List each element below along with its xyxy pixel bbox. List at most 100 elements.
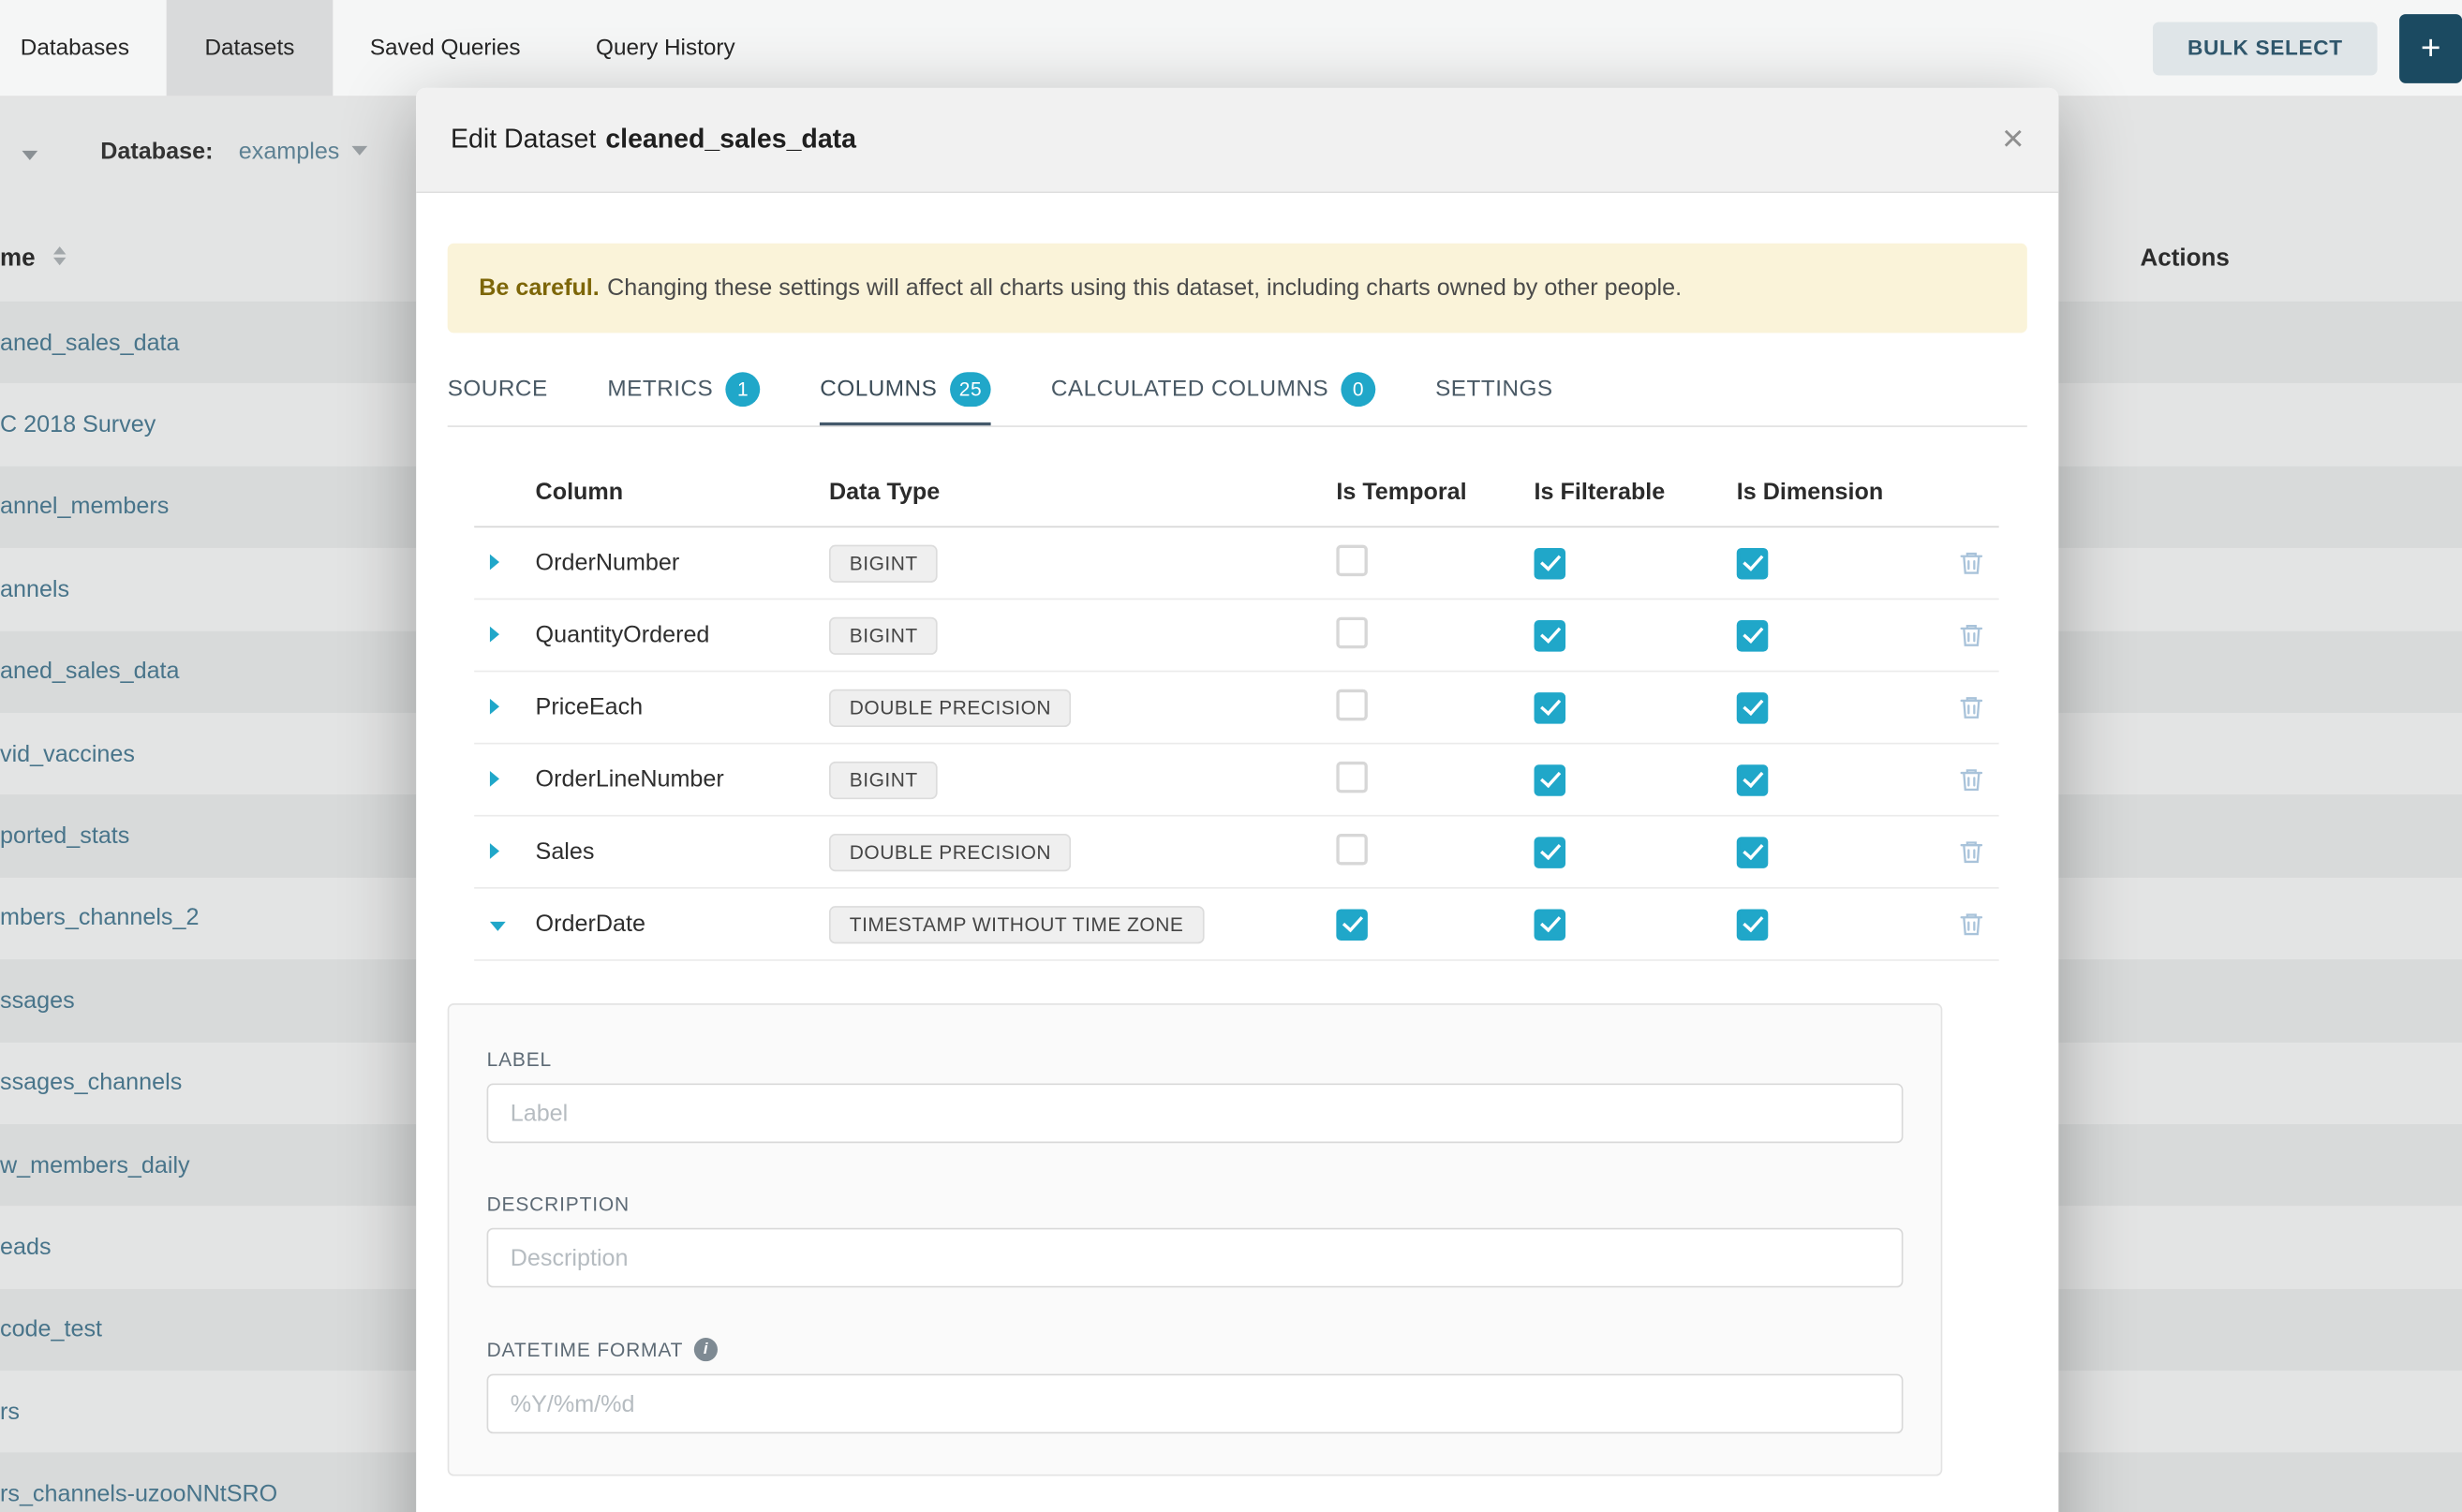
metrics-count-badge: 1: [726, 371, 761, 406]
trash-icon[interactable]: [1957, 622, 1983, 648]
is-dimension-checkbox[interactable]: [1737, 763, 1769, 795]
name-column-header[interactable]: me: [0, 245, 36, 273]
edit-dataset-modal: Edit Datasetcleaned_sales_data × Be care…: [416, 88, 2058, 1512]
column-row-sales: Sales DOUBLE PRECISION: [474, 817, 1998, 889]
dataset-link[interactable]: ssages: [0, 987, 75, 1014]
is-filterable-checkbox[interactable]: [1535, 691, 1566, 723]
dataset-link[interactable]: w_members_daily: [0, 1152, 190, 1178]
nav-actions: BULK SELECT +: [2153, 13, 2462, 82]
dataset-link[interactable]: eads: [0, 1234, 52, 1260]
nav-tab-saved-queries[interactable]: Saved Queries: [333, 0, 558, 96]
close-icon[interactable]: ×: [2002, 121, 2024, 158]
actions-column-header: Actions: [2141, 245, 2230, 273]
dataset-link[interactable]: C 2018 Survey: [0, 411, 156, 437]
is-temporal-checkbox[interactable]: [1336, 909, 1368, 941]
dataset-link[interactable]: aned_sales_data: [0, 329, 180, 355]
columns-count-badge: 25: [950, 371, 991, 406]
trash-icon[interactable]: [1957, 911, 1983, 937]
trash-icon[interactable]: [1957, 694, 1983, 720]
column-row-orderdate: OrderDate TIMESTAMP WITHOUT TIME ZONE: [474, 889, 1998, 961]
modal-body: Be careful. Changing these settings will…: [416, 244, 2058, 1476]
dataset-link[interactable]: annel_members: [0, 494, 169, 520]
tab-source[interactable]: SOURCE: [448, 355, 548, 425]
header-column: Column: [536, 479, 829, 505]
add-dataset-button[interactable]: +: [2399, 13, 2462, 82]
top-nav: Databases Datasets Saved Queries Query H…: [0, 0, 2462, 97]
trash-icon[interactable]: [1957, 550, 1983, 576]
data-type-pill: BIGINT: [829, 761, 938, 798]
dataset-link[interactable]: code_test: [0, 1316, 102, 1342]
tab-metrics[interactable]: METRICS1: [607, 355, 760, 425]
label-field-label: LABEL: [487, 1049, 1904, 1071]
dataset-link[interactable]: mbers_channels_2: [0, 905, 199, 931]
chevron-down-icon: [352, 146, 368, 156]
plus-icon: +: [2421, 27, 2441, 68]
tab-label: SETTINGS: [1435, 376, 1553, 401]
tab-label: CALCULATED COLUMNS: [1051, 376, 1328, 401]
description-field-group: DESCRIPTION: [487, 1193, 1904, 1288]
expand-caret-icon[interactable]: [490, 771, 499, 787]
header-is-filterable: Is Filterable: [1535, 479, 1737, 505]
dataset-link[interactable]: rs_channels-uzooNNtSRO: [0, 1481, 277, 1507]
is-temporal-checkbox[interactable]: [1336, 544, 1368, 576]
datetime-format-label-text: DATETIME FORMAT: [487, 1339, 684, 1360]
label-input[interactable]: [487, 1084, 1904, 1144]
filter-dropdown-caret-icon[interactable]: [22, 151, 37, 160]
dataset-link[interactable]: ssages_channels: [0, 1070, 182, 1096]
tab-settings[interactable]: SETTINGS: [1435, 355, 1553, 425]
database-filter-select[interactable]: examples: [239, 138, 368, 164]
is-temporal-checkbox[interactable]: [1336, 761, 1368, 793]
info-icon[interactable]: [694, 1338, 718, 1361]
dataset-link[interactable]: annels: [0, 576, 69, 602]
datetime-format-input[interactable]: [487, 1374, 1904, 1434]
bulk-select-button[interactable]: BULK SELECT: [2153, 22, 2378, 75]
sort-icon[interactable]: [53, 246, 66, 265]
data-type-pill: DOUBLE PRECISION: [829, 833, 1072, 870]
dataset-link[interactable]: aned_sales_data: [0, 659, 180, 685]
app-root: Database: examples me Actions aned_sales…: [0, 0, 2462, 1512]
is-dimension-checkbox[interactable]: [1737, 547, 1769, 579]
trash-icon[interactable]: [1957, 766, 1983, 793]
is-dimension-checkbox[interactable]: [1737, 691, 1769, 723]
tab-columns[interactable]: COLUMNS 25: [820, 355, 991, 425]
is-filterable-checkbox[interactable]: [1535, 909, 1566, 941]
column-row-orderlinenumber: OrderLineNumber BIGINT: [474, 744, 1998, 816]
dataset-link[interactable]: rs: [0, 1399, 20, 1425]
label-field-group: LABEL: [487, 1049, 1904, 1144]
modal-header: Edit Datasetcleaned_sales_data ×: [416, 88, 2058, 193]
is-filterable-checkbox[interactable]: [1535, 619, 1566, 651]
is-temporal-checkbox[interactable]: [1336, 833, 1368, 865]
column-name: PriceEach: [536, 694, 829, 720]
description-input[interactable]: [487, 1228, 1904, 1288]
column-name: OrderDate: [536, 911, 829, 937]
data-type-pill: DOUBLE PRECISION: [829, 689, 1072, 726]
expand-caret-icon[interactable]: [490, 627, 499, 643]
expand-caret-icon[interactable]: [490, 699, 499, 715]
expand-caret-icon[interactable]: [490, 555, 499, 571]
data-type-pill: BIGINT: [829, 544, 938, 582]
tab-calculated-columns[interactable]: CALCULATED COLUMNS0: [1051, 355, 1376, 425]
is-dimension-checkbox[interactable]: [1737, 837, 1769, 868]
is-dimension-checkbox[interactable]: [1737, 619, 1769, 651]
data-type-pill: BIGINT: [829, 616, 938, 654]
dataset-link[interactable]: vid_vaccines: [0, 741, 135, 767]
is-filterable-checkbox[interactable]: [1535, 547, 1566, 579]
is-dimension-checkbox[interactable]: [1737, 909, 1769, 941]
nav-tab-query-history[interactable]: Query History: [558, 0, 773, 96]
nav-tab-datasets[interactable]: Datasets: [167, 0, 332, 96]
column-row-priceeach: PriceEach DOUBLE PRECISION: [474, 672, 1998, 744]
is-filterable-checkbox[interactable]: [1535, 763, 1566, 795]
dataset-link[interactable]: ported_stats: [0, 823, 129, 849]
header-is-temporal: Is Temporal: [1336, 479, 1534, 505]
is-filterable-checkbox[interactable]: [1535, 837, 1566, 868]
collapse-caret-icon[interactable]: [490, 922, 506, 931]
modal-title: Edit Datasetcleaned_sales_data: [451, 124, 856, 156]
is-temporal-checkbox[interactable]: [1336, 689, 1368, 720]
column-name: Sales: [536, 838, 829, 865]
expand-caret-icon[interactable]: [490, 843, 499, 859]
is-temporal-checkbox[interactable]: [1336, 616, 1368, 648]
column-name: OrderLineNumber: [536, 766, 829, 793]
trash-icon[interactable]: [1957, 838, 1983, 865]
nav-tab-databases[interactable]: Databases: [21, 0, 167, 96]
tab-label: COLUMNS: [820, 376, 937, 401]
